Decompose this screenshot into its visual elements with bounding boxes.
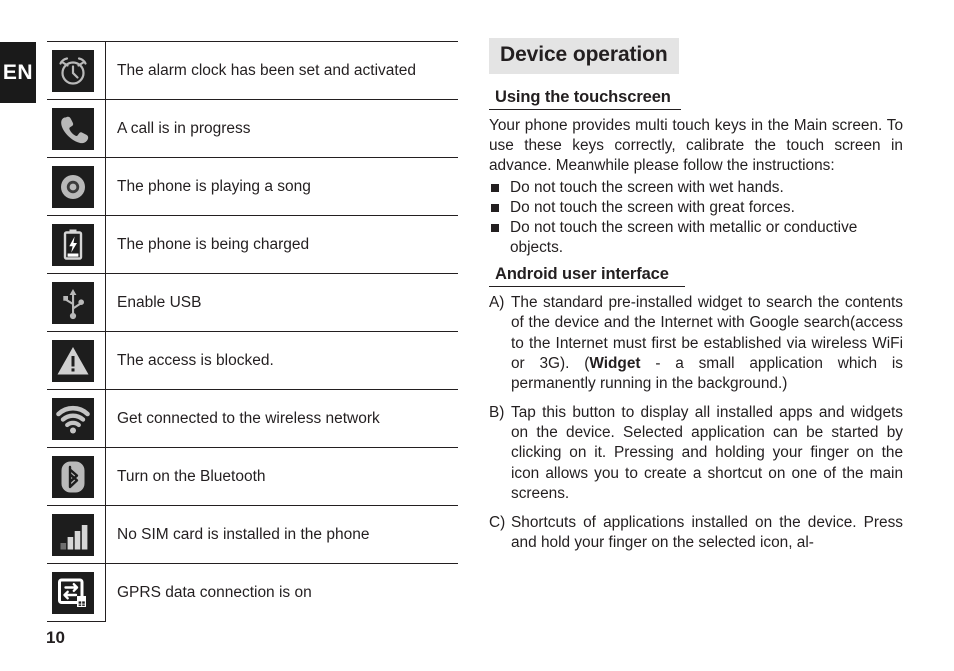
status-icons-table-body: The alarm clock has been set and activat… — [47, 41, 458, 622]
list-item-letter: C) — [489, 513, 506, 531]
icon-description: The alarm clock has been set and activat… — [105, 41, 458, 100]
list-item: Do not touch the screen with wet hands. — [489, 178, 903, 198]
table-row: The access is blocked. — [47, 331, 458, 390]
list-item: A) The standard pre-installed widget to … — [489, 293, 903, 394]
list-item-label: Do not touch the screen with metallic or… — [510, 218, 858, 257]
icon-description: The phone is playing a song — [105, 157, 458, 216]
table-row: The phone is being charged — [47, 215, 458, 274]
square-bullet-icon — [491, 183, 499, 192]
icon-description: The phone is being charged — [105, 215, 458, 274]
list-item-label: Do not touch the screen with great force… — [510, 198, 795, 216]
list-item-text: Tap this button to display all installed… — [511, 404, 903, 502]
language-tab-label: EN — [2, 60, 34, 84]
section-banner-title: Device operation — [489, 38, 679, 74]
icon-cell — [47, 41, 106, 100]
icon-cell — [47, 273, 106, 332]
icon-description: GPRS data connection is on — [117, 584, 312, 602]
list-item: Do not touch the screen with metallic or… — [489, 218, 903, 258]
icon-cell — [47, 563, 106, 622]
list-item: B) Tap this button to display all instal… — [489, 403, 903, 504]
icon-cell — [47, 331, 106, 390]
android-ui-lettered-list: A) The standard pre-installed widget to … — [489, 293, 903, 553]
page-number: 10 — [46, 628, 65, 647]
list-item-letter: B) — [489, 404, 505, 422]
square-bullet-icon — [491, 223, 499, 232]
table-row: Turn on the Bluetooth — [47, 447, 458, 506]
warning-triangle-icon — [52, 339, 94, 382]
language-tab: EN — [0, 42, 36, 103]
icon-description: Turn on the Bluetooth — [105, 447, 458, 506]
icon-cell — [47, 447, 106, 506]
icon-description: Enable USB — [105, 273, 458, 332]
wifi-icon — [52, 397, 94, 440]
device-operation-section: Device operation Using the touchscreen Y… — [489, 38, 903, 553]
list-item-text: Shortcuts of applications installed on t… — [511, 513, 903, 552]
table-row: Enable USB — [47, 273, 458, 332]
subheading-using-the-touchscreen: Using the touchscreen — [489, 88, 681, 110]
usb-icon — [52, 281, 94, 324]
table-row: The phone is playing a song — [47, 157, 458, 216]
icon-cell — [47, 99, 106, 158]
list-item: Do not touch the screen with great force… — [489, 198, 903, 218]
touchscreen-paragraph: Your phone provides multi touch keys in … — [489, 117, 903, 175]
music-disc-icon — [52, 165, 94, 208]
icon-description: Get connected to the wireless network — [105, 389, 458, 448]
icon-description: A call is in progress — [105, 99, 458, 158]
list-item-bold-term: Widget — [589, 354, 641, 372]
icon-description: The access is blocked. — [105, 331, 458, 390]
table-row: A call is in progress — [47, 99, 458, 158]
table-row: No SIM card is installed in the phone — [47, 505, 458, 564]
icon-cell — [47, 215, 106, 274]
bluetooth-icon — [52, 455, 94, 498]
battery-charging-icon — [52, 223, 94, 266]
square-bullet-icon — [491, 203, 499, 212]
phone-call-icon — [52, 107, 94, 150]
touchscreen-bullet-list: Do not touch the screen with wet hands. … — [489, 178, 903, 259]
subheading-android-user-interface: Android user interface — [489, 265, 685, 288]
list-item: C) Shortcuts of applications installed o… — [489, 513, 903, 553]
icon-cell — [47, 389, 106, 448]
list-item-label: Do not touch the screen with wet hands. — [510, 178, 784, 196]
icon-cell — [47, 157, 106, 216]
icon-cell — [47, 505, 106, 564]
signal-bars-icon — [52, 513, 94, 556]
table-row: GPRS data connection is on — [47, 563, 458, 622]
icon-description: No SIM card is installed in the phone — [105, 505, 458, 564]
table-row: Get connected to the wireless network — [47, 389, 458, 448]
list-item-letter: A) — [489, 294, 505, 312]
table-row: The alarm clock has been set and activat… — [47, 41, 458, 100]
gprs-data-icon — [52, 571, 94, 614]
status-icons-table: The alarm clock has been set and activat… — [47, 41, 458, 622]
alarm-clock-icon — [52, 49, 94, 92]
